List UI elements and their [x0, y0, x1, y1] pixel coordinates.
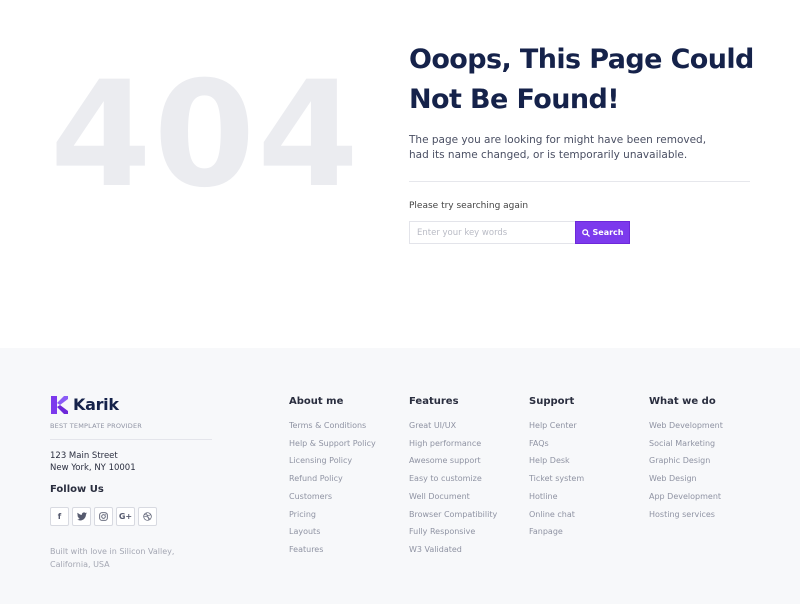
- address-line-1: 123 Main Street: [50, 451, 118, 461]
- divider: [409, 181, 750, 182]
- google-plus-icon: G+: [118, 512, 133, 521]
- footer-link-list: Great UI/UX High performance Awesome sup…: [409, 417, 497, 559]
- search-label: Please try searching again: [409, 201, 529, 211]
- brand-tagline: BEST TEMPLATE PROVIDER: [50, 422, 143, 430]
- footer-link[interactable]: Fully Responsive: [409, 523, 497, 541]
- footer-column-support: Support Help Center FAQs Help Desk Ticke…: [529, 396, 584, 541]
- footer-link[interactable]: Help Desk: [529, 452, 584, 470]
- instagram-icon: [99, 512, 108, 521]
- footer-column-services: What we do Web Development Social Market…: [649, 396, 723, 523]
- error-description-line-2: had its name changed, or is temporarily …: [409, 149, 688, 161]
- footer-link[interactable]: W3 Validated: [409, 541, 497, 559]
- divider: [50, 439, 212, 440]
- footer-link[interactable]: Layouts: [289, 523, 376, 541]
- footer-column-title: What we do: [649, 396, 716, 407]
- address: 123 Main Street New York, NY 10001: [50, 450, 136, 474]
- footer-link[interactable]: Ticket system: [529, 470, 584, 488]
- footer-link[interactable]: Great UI/UX: [409, 417, 497, 435]
- dribbble-link[interactable]: [138, 507, 157, 526]
- facebook-icon: f: [57, 512, 62, 521]
- error-content: Ooops, This Page Could Not Be Found! The…: [409, 40, 759, 244]
- twitter-link[interactable]: [72, 507, 91, 526]
- footer-link[interactable]: Hosting services: [649, 506, 723, 524]
- error-description-line-1: The page you are looking for might have …: [409, 134, 707, 146]
- twitter-icon: [76, 512, 87, 521]
- search-button[interactable]: Search: [575, 221, 630, 244]
- instagram-link[interactable]: [94, 507, 113, 526]
- footer-link[interactable]: Refund Policy: [289, 470, 376, 488]
- built-note: Built with love in Silicon Valley, Calif…: [50, 545, 190, 571]
- footer-column-title: About me: [289, 396, 344, 407]
- search-button-label: Search: [592, 228, 624, 237]
- footer-column-about: About me Terms & Conditions Help & Suppo…: [289, 396, 376, 559]
- footer-link[interactable]: Features: [289, 541, 376, 559]
- dribbble-icon: [143, 512, 152, 521]
- footer-link[interactable]: FAQs: [529, 435, 584, 453]
- footer: Karik BEST TEMPLATE PROVIDER 123 Main St…: [0, 348, 800, 604]
- footer-link-list: Help Center FAQs Help Desk Ticket system…: [529, 417, 584, 541]
- follow-us-title: Follow Us: [50, 484, 104, 495]
- footer-link[interactable]: Web Design: [649, 470, 723, 488]
- footer-link[interactable]: Browser Compatibility: [409, 506, 497, 524]
- footer-link[interactable]: Graphic Design: [649, 452, 723, 470]
- facebook-link[interactable]: f: [50, 507, 69, 526]
- footer-link[interactable]: Awesome support: [409, 452, 497, 470]
- error-section: 404 Ooops, This Page Could Not Be Found!…: [0, 0, 800, 348]
- footer-link[interactable]: Terms & Conditions: [289, 417, 376, 435]
- search-input[interactable]: [409, 221, 575, 244]
- search-form: Search: [409, 221, 759, 244]
- footer-link[interactable]: Fanpage: [529, 523, 584, 541]
- footer-link-list: Web Development Social Marketing Graphic…: [649, 417, 723, 523]
- footer-link[interactable]: Web Development: [649, 417, 723, 435]
- footer-link[interactable]: Customers: [289, 488, 376, 506]
- footer-link[interactable]: Help & Support Policy: [289, 435, 376, 453]
- footer-link[interactable]: Social Marketing: [649, 435, 723, 453]
- footer-column-title: Features: [409, 396, 459, 407]
- footer-link[interactable]: Well Document: [409, 488, 497, 506]
- error-description: The page you are looking for might have …: [409, 133, 709, 163]
- brand-link[interactable]: Karik: [50, 395, 119, 414]
- address-line-2: New York, NY 10001: [50, 463, 136, 473]
- search-icon: [581, 228, 590, 237]
- footer-column-title: Support: [529, 396, 575, 407]
- footer-link[interactable]: High performance: [409, 435, 497, 453]
- brand-name: Karik: [73, 395, 119, 414]
- footer-link[interactable]: Easy to customize: [409, 470, 497, 488]
- built-note-line-2: California, USA: [50, 560, 110, 569]
- footer-link[interactable]: Help Center: [529, 417, 584, 435]
- page-title: Ooops, This Page Could Not Be Found!: [409, 40, 759, 120]
- footer-link[interactable]: App Development: [649, 488, 723, 506]
- error-code: 404: [50, 50, 361, 220]
- social-links: f G+: [50, 507, 157, 526]
- footer-link[interactable]: Pricing: [289, 506, 376, 524]
- footer-link[interactable]: Hotline: [529, 488, 584, 506]
- footer-link[interactable]: Licensing Policy: [289, 452, 376, 470]
- footer-column-features: Features Great UI/UX High performance Aw…: [409, 396, 497, 559]
- google-plus-link[interactable]: G+: [116, 507, 135, 526]
- built-note-line-1: Built with love in Silicon Valley,: [50, 547, 175, 556]
- page-title-line-2: Not Be Found!: [409, 84, 620, 115]
- page-title-line-1: Ooops, This Page Could: [409, 44, 754, 75]
- k-logo-icon: [51, 395, 68, 414]
- footer-link-list: Terms & Conditions Help & Support Policy…: [289, 417, 376, 559]
- footer-link[interactable]: Online chat: [529, 506, 584, 524]
